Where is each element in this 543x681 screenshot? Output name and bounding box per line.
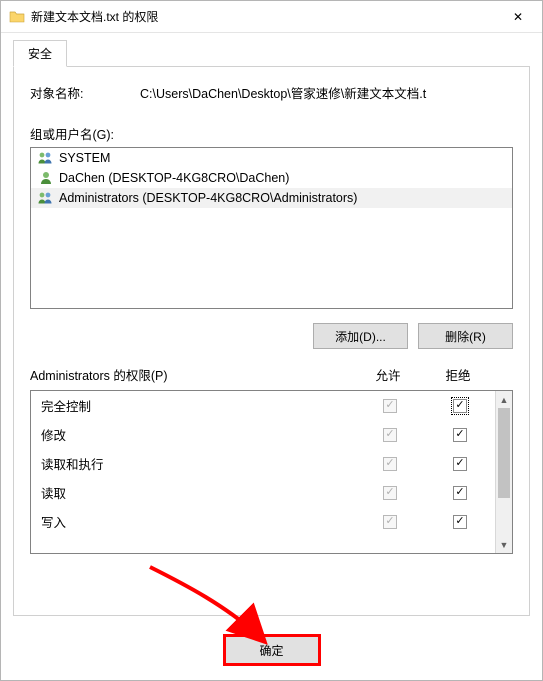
object-name-row: 对象名称: C:\Users\DaChen\Desktop\管家速修\新建文本文…: [30, 83, 513, 102]
permission-row: 修改 ✓ ✓: [31, 420, 495, 449]
permission-name: 读取: [41, 483, 355, 502]
permission-row: 读取 ✓ ✓: [31, 478, 495, 507]
scroll-thumb[interactable]: [498, 408, 510, 498]
permission-name: 完全控制: [41, 396, 355, 415]
group-icon: [37, 150, 55, 166]
titlebar: 新建文本文档.txt 的权限 ✕: [1, 1, 542, 33]
list-item-label: Administrators (DESKTOP-4KG8CRO\Administ…: [59, 191, 357, 205]
object-name-label: 对象名称:: [30, 83, 140, 102]
deny-checkbox[interactable]: ✓: [453, 515, 467, 529]
deny-checkbox[interactable]: ✓: [453, 457, 467, 471]
object-name-value: C:\Users\DaChen\Desktop\管家速修\新建文本文档.t: [140, 83, 513, 102]
allow-checkbox: ✓: [383, 399, 397, 413]
permission-row: 完全控制 ✓ ✓: [31, 391, 495, 420]
allow-checkbox: ✓: [383, 457, 397, 471]
permissions-rows: 完全控制 ✓ ✓ 修改 ✓ ✓ 读取和执行 ✓ ✓ 读取 ✓ ✓ 写入 ✓ ✓: [31, 391, 495, 553]
list-item-label: SYSTEM: [59, 151, 110, 165]
list-item-label: DaChen (DESKTOP-4KG8CRO\DaChen): [59, 171, 289, 185]
permissions-dialog: 新建文本文档.txt 的权限 ✕ 安全 对象名称: C:\Users\DaChe…: [0, 0, 543, 681]
tab-security-label: 安全: [28, 47, 52, 61]
group-buttons-row: 添加(D)... 删除(R): [30, 309, 513, 363]
deny-checkbox[interactable]: ✓: [453, 428, 467, 442]
allow-checkbox: ✓: [383, 428, 397, 442]
scroll-up-icon[interactable]: ▲: [496, 391, 512, 408]
dialog-footer: 确定: [1, 628, 542, 680]
ok-button[interactable]: 确定: [223, 634, 321, 666]
permission-row: 写入 ✓ ✓: [31, 507, 495, 536]
list-item[interactable]: SYSTEM: [31, 148, 512, 168]
permissions-scrollbar[interactable]: ▲ ▼: [495, 391, 512, 553]
list-item[interactable]: DaChen (DESKTOP-4KG8CRO\DaChen): [31, 168, 512, 188]
allow-checkbox: ✓: [383, 486, 397, 500]
permissions-col-allow: 允许: [353, 365, 423, 384]
tab-strip: 安全: [13, 43, 530, 67]
groups-listbox[interactable]: SYSTEM DaChen (DESKTOP-4KG8CRO\DaChen) Adm…: [30, 147, 513, 309]
group-icon: [37, 190, 55, 206]
close-icon: ✕: [513, 10, 523, 24]
security-panel: 对象名称: C:\Users\DaChen\Desktop\管家速修\新建文本文…: [13, 66, 530, 616]
groups-label: 组或用户名(G):: [30, 124, 513, 143]
permission-name: 修改: [41, 425, 355, 444]
tab-security[interactable]: 安全: [13, 40, 67, 67]
permission-name: 写入: [41, 512, 355, 531]
add-button-label: 添加(D)...: [335, 328, 386, 345]
deny-checkbox[interactable]: ✓: [453, 486, 467, 500]
permissions-header-name: Administrators 的权限(P): [30, 365, 353, 384]
allow-checkbox: ✓: [383, 515, 397, 529]
permissions-header: Administrators 的权限(P) 允许 拒绝: [30, 365, 513, 384]
add-button[interactable]: 添加(D)...: [313, 323, 408, 349]
user-icon: [37, 170, 55, 186]
remove-button[interactable]: 删除(R): [418, 323, 513, 349]
permission-row: 读取和执行 ✓ ✓: [31, 449, 495, 478]
dialog-body: 安全 对象名称: C:\Users\DaChen\Desktop\管家速修\新建…: [1, 33, 542, 628]
scroll-down-icon[interactable]: ▼: [496, 536, 512, 553]
folder-icon: [9, 9, 25, 25]
ok-button-label: 确定: [259, 642, 283, 659]
scroll-track[interactable]: [496, 408, 512, 536]
deny-checkbox[interactable]: ✓: [453, 399, 467, 413]
permissions-listbox: 完全控制 ✓ ✓ 修改 ✓ ✓ 读取和执行 ✓ ✓ 读取 ✓ ✓ 写入 ✓ ✓ ▲ ▼: [30, 390, 513, 554]
close-button[interactable]: ✕: [496, 2, 540, 32]
permissions-col-deny: 拒绝: [423, 365, 493, 384]
list-item[interactable]: Administrators (DESKTOP-4KG8CRO\Administ…: [31, 188, 512, 208]
permission-name: 读取和执行: [41, 454, 355, 473]
window-title: 新建文本文档.txt 的权限: [31, 8, 496, 25]
remove-button-label: 删除(R): [445, 328, 486, 345]
